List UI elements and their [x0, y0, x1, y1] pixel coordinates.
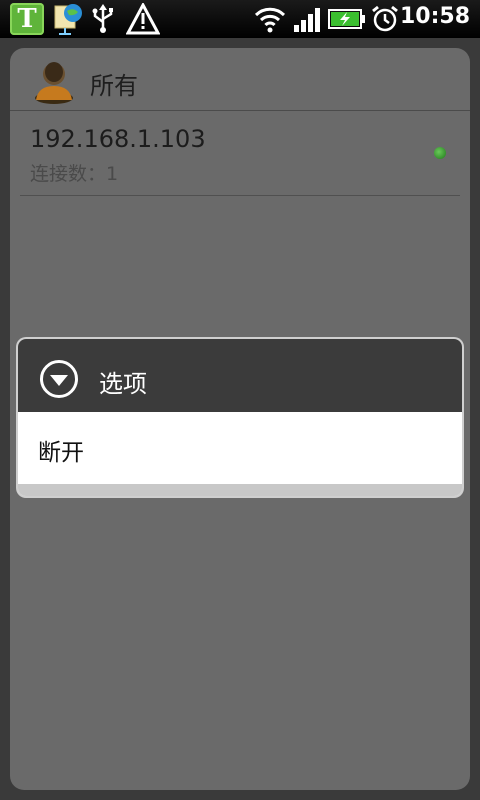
connection-ip: 192.168.1.103: [30, 125, 206, 153]
group-title: 所有: [90, 72, 138, 100]
clock-time: 10:58: [399, 4, 470, 29]
status-bar: T 10:58: [0, 0, 480, 38]
usb-icon: [90, 2, 116, 36]
network-globe-icon: [52, 2, 86, 36]
dialog-title-bar: 选项: [18, 339, 462, 412]
disconnect-option[interactable]: 断开: [18, 412, 462, 484]
dialog-title: 选项: [99, 370, 147, 398]
wifi-icon: [253, 2, 287, 36]
dropdown-circle-icon: [39, 359, 79, 399]
online-status-icon: [434, 147, 446, 159]
connection-row[interactable]: 192.168.1.103 连接数：1: [20, 111, 460, 196]
signal-icon: [292, 2, 324, 36]
battery-charging-icon: [328, 2, 366, 36]
alarm-clock-icon: [370, 2, 400, 36]
app-t-icon: T: [10, 3, 44, 35]
group-header[interactable]: 所有: [10, 48, 470, 111]
user-avatar-icon: [32, 58, 76, 104]
options-dialog: 选项 断开: [18, 339, 462, 496]
disconnect-option-label: 断开: [38, 440, 84, 466]
dialog-footer: [18, 484, 462, 496]
connection-count: 连接数：1: [30, 163, 119, 185]
warning-icon: [126, 2, 160, 36]
